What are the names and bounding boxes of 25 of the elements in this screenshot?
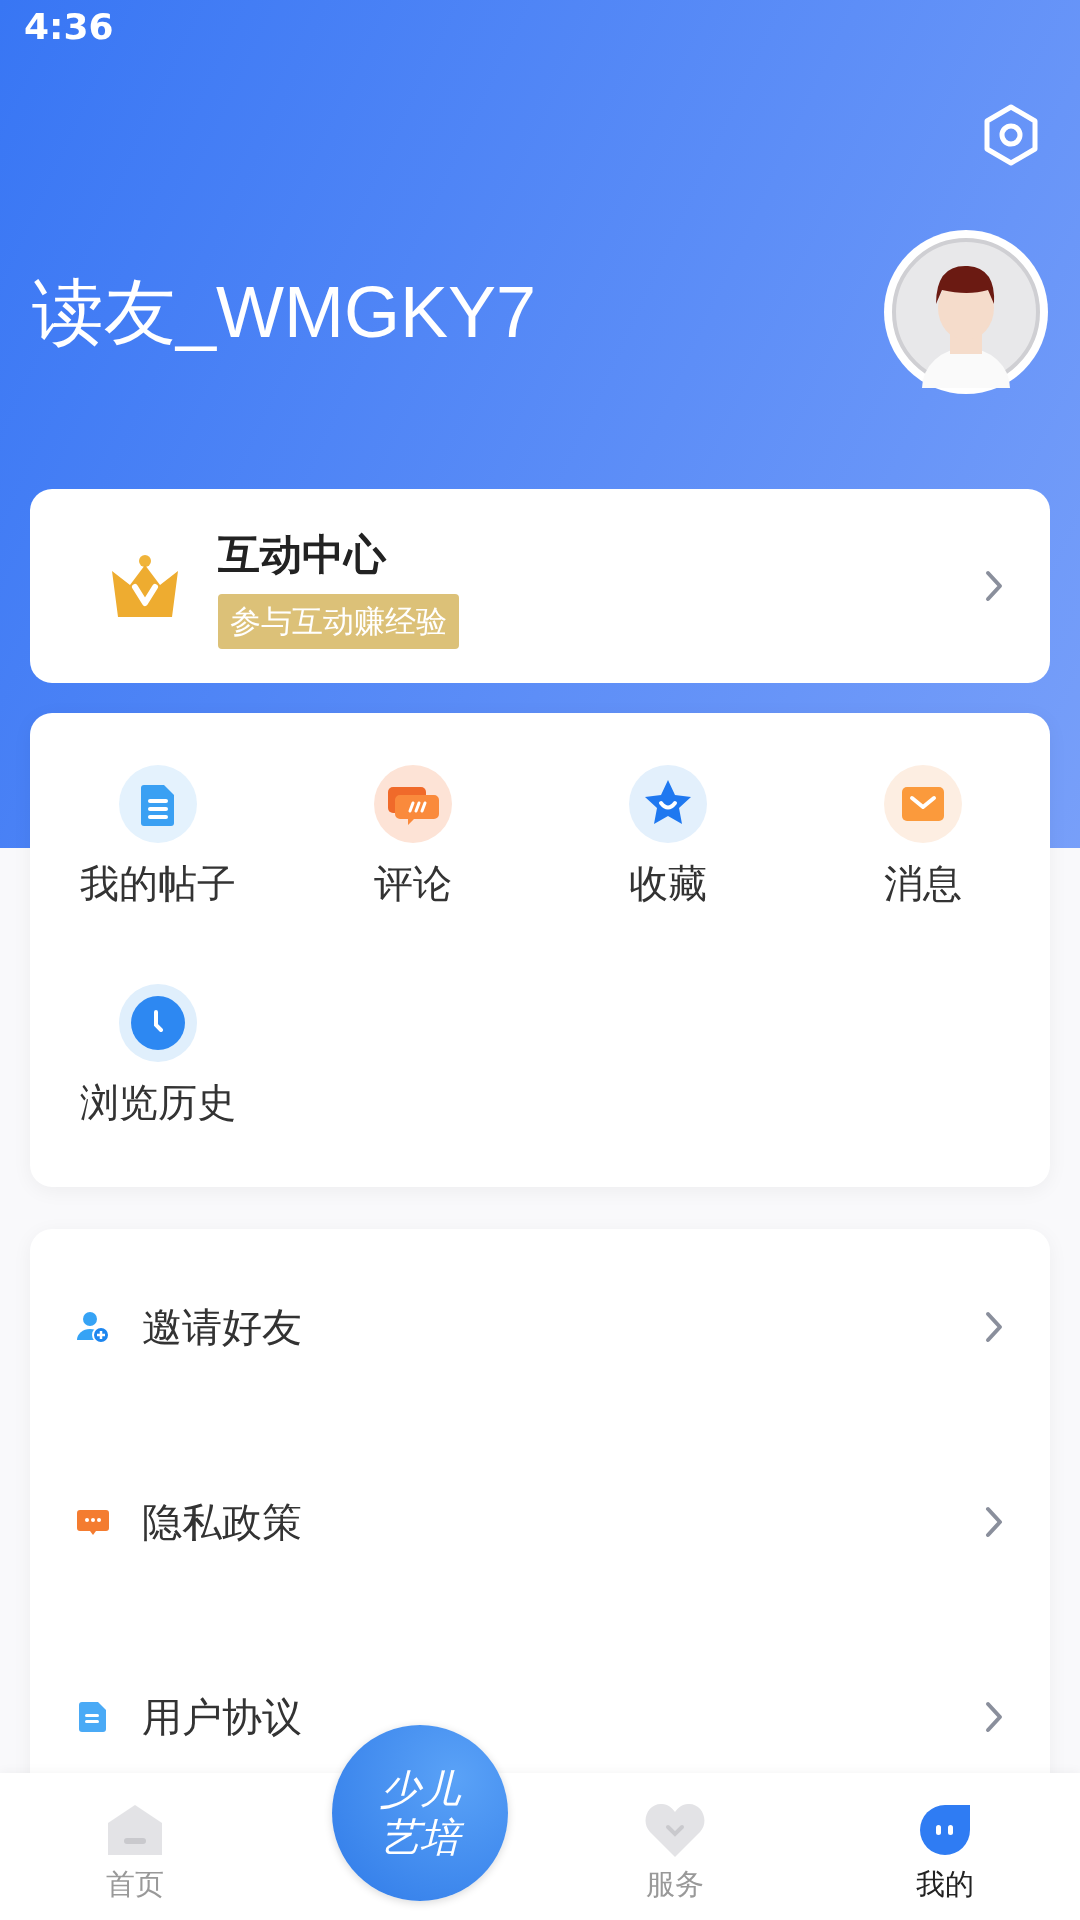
experience-badge: 参与互动赚经验 — [218, 594, 459, 649]
menu-row[interactable]: 隐私政策 — [30, 1424, 1050, 1619]
chat-bubbles-icon — [373, 765, 452, 843]
chevron-right-icon — [984, 1309, 1004, 1344]
shortcut-item[interactable]: 我的帖子 — [30, 765, 285, 914]
settings-icon[interactable] — [982, 104, 1040, 166]
shortcut-item[interactable]: 消息 — [795, 765, 1050, 914]
username: 读友_WMGKY7 — [32, 271, 537, 354]
chevron-right-icon — [984, 1504, 1004, 1539]
shortcut-item[interactable]: 评论 — [285, 765, 540, 914]
interaction-card[interactable]: 互动中心 参与互动赚经验 — [30, 489, 1050, 683]
crown-icon — [110, 553, 180, 619]
status-time: 4:36 — [24, 5, 114, 49]
nav-tab[interactable]: 我的 — [810, 1773, 1080, 1920]
chevron-right-icon — [984, 1699, 1004, 1734]
document-icon — [118, 765, 197, 843]
chevron-right-icon — [984, 569, 1004, 603]
shortcut-item[interactable]: 浏览历史 — [30, 983, 285, 1132]
add-person-icon — [76, 1309, 110, 1344]
shortcut-item[interactable]: 收藏 — [540, 765, 795, 914]
clock-icon — [118, 983, 197, 1062]
avatar[interactable] — [882, 228, 1050, 396]
envelope-icon — [883, 765, 962, 843]
menu-row[interactable]: 邀请好友 — [30, 1229, 1050, 1424]
card-title: 互动中心 — [218, 529, 388, 582]
